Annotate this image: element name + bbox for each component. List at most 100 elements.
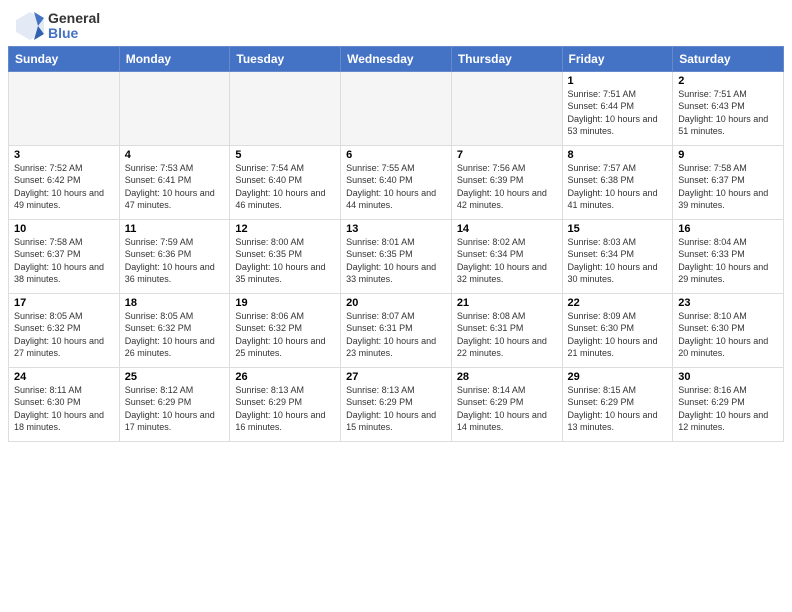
calendar-cell-w4-d3: 27Sunrise: 8:13 AM Sunset: 6:29 PM Dayli… xyxy=(341,368,452,442)
day-info-5: Sunrise: 7:54 AM Sunset: 6:40 PM Dayligh… xyxy=(235,162,335,212)
day-number-23: 23 xyxy=(678,297,778,309)
logo: General Blue xyxy=(14,10,100,42)
day-info-2: Sunrise: 7:51 AM Sunset: 6:43 PM Dayligh… xyxy=(678,88,778,138)
calendar-week-3: 17Sunrise: 8:05 AM Sunset: 6:32 PM Dayli… xyxy=(9,294,784,368)
calendar-week-2: 10Sunrise: 7:58 AM Sunset: 6:37 PM Dayli… xyxy=(9,220,784,294)
day-number-2: 2 xyxy=(678,75,778,87)
calendar-header-row: SundayMondayTuesdayWednesdayThursdayFrid… xyxy=(9,47,784,72)
day-info-24: Sunrise: 8:11 AM Sunset: 6:30 PM Dayligh… xyxy=(14,384,114,434)
day-number-17: 17 xyxy=(14,297,114,309)
calendar-cell-w4-d6: 30Sunrise: 8:16 AM Sunset: 6:29 PM Dayli… xyxy=(673,368,784,442)
calendar-cell-w1-d0: 3Sunrise: 7:52 AM Sunset: 6:42 PM Daylig… xyxy=(9,146,120,220)
day-number-16: 16 xyxy=(678,223,778,235)
calendar-cell-w1-d5: 8Sunrise: 7:57 AM Sunset: 6:38 PM Daylig… xyxy=(562,146,673,220)
calendar-cell-w2-d1: 11Sunrise: 7:59 AM Sunset: 6:36 PM Dayli… xyxy=(119,220,230,294)
header-monday: Monday xyxy=(119,47,230,72)
day-number-4: 4 xyxy=(125,149,225,161)
day-number-25: 25 xyxy=(125,371,225,383)
header-wednesday: Wednesday xyxy=(341,47,452,72)
calendar-cell-w4-d0: 24Sunrise: 8:11 AM Sunset: 6:30 PM Dayli… xyxy=(9,368,120,442)
day-info-21: Sunrise: 8:08 AM Sunset: 6:31 PM Dayligh… xyxy=(457,310,557,360)
calendar-cell-w3-d2: 19Sunrise: 8:06 AM Sunset: 6:32 PM Dayli… xyxy=(230,294,341,368)
calendar-cell-w1-d1: 4Sunrise: 7:53 AM Sunset: 6:41 PM Daylig… xyxy=(119,146,230,220)
day-info-29: Sunrise: 8:15 AM Sunset: 6:29 PM Dayligh… xyxy=(568,384,668,434)
calendar-cell-w0-d3 xyxy=(341,72,452,146)
day-info-25: Sunrise: 8:12 AM Sunset: 6:29 PM Dayligh… xyxy=(125,384,225,434)
calendar-cell-w0-d4 xyxy=(451,72,562,146)
day-number-22: 22 xyxy=(568,297,668,309)
day-number-1: 1 xyxy=(568,75,668,87)
day-info-6: Sunrise: 7:55 AM Sunset: 6:40 PM Dayligh… xyxy=(346,162,446,212)
day-number-8: 8 xyxy=(568,149,668,161)
day-info-1: Sunrise: 7:51 AM Sunset: 6:44 PM Dayligh… xyxy=(568,88,668,138)
day-number-14: 14 xyxy=(457,223,557,235)
day-info-18: Sunrise: 8:05 AM Sunset: 6:32 PM Dayligh… xyxy=(125,310,225,360)
calendar-cell-w4-d1: 25Sunrise: 8:12 AM Sunset: 6:29 PM Dayli… xyxy=(119,368,230,442)
calendar-cell-w0-d1 xyxy=(119,72,230,146)
day-info-9: Sunrise: 7:58 AM Sunset: 6:37 PM Dayligh… xyxy=(678,162,778,212)
day-number-11: 11 xyxy=(125,223,225,235)
calendar-week-0: 1Sunrise: 7:51 AM Sunset: 6:44 PM Daylig… xyxy=(9,72,784,146)
calendar-cell-w3-d0: 17Sunrise: 8:05 AM Sunset: 6:32 PM Dayli… xyxy=(9,294,120,368)
day-info-22: Sunrise: 8:09 AM Sunset: 6:30 PM Dayligh… xyxy=(568,310,668,360)
day-number-28: 28 xyxy=(457,371,557,383)
day-info-7: Sunrise: 7:56 AM Sunset: 6:39 PM Dayligh… xyxy=(457,162,557,212)
day-info-10: Sunrise: 7:58 AM Sunset: 6:37 PM Dayligh… xyxy=(14,236,114,286)
day-number-9: 9 xyxy=(678,149,778,161)
day-info-30: Sunrise: 8:16 AM Sunset: 6:29 PM Dayligh… xyxy=(678,384,778,434)
day-number-6: 6 xyxy=(346,149,446,161)
logo-flag-icon xyxy=(14,10,46,42)
calendar-cell-w0-d2 xyxy=(230,72,341,146)
header-saturday: Saturday xyxy=(673,47,784,72)
day-info-12: Sunrise: 8:00 AM Sunset: 6:35 PM Dayligh… xyxy=(235,236,335,286)
calendar-week-4: 24Sunrise: 8:11 AM Sunset: 6:30 PM Dayli… xyxy=(9,368,784,442)
header: General Blue xyxy=(0,0,792,46)
calendar-week-1: 3Sunrise: 7:52 AM Sunset: 6:42 PM Daylig… xyxy=(9,146,784,220)
calendar-cell-w1-d3: 6Sunrise: 7:55 AM Sunset: 6:40 PM Daylig… xyxy=(341,146,452,220)
day-info-17: Sunrise: 8:05 AM Sunset: 6:32 PM Dayligh… xyxy=(14,310,114,360)
day-info-23: Sunrise: 8:10 AM Sunset: 6:30 PM Dayligh… xyxy=(678,310,778,360)
calendar-cell-w0-d5: 1Sunrise: 7:51 AM Sunset: 6:44 PM Daylig… xyxy=(562,72,673,146)
calendar-cell-w1-d6: 9Sunrise: 7:58 AM Sunset: 6:37 PM Daylig… xyxy=(673,146,784,220)
day-info-26: Sunrise: 8:13 AM Sunset: 6:29 PM Dayligh… xyxy=(235,384,335,434)
day-info-11: Sunrise: 7:59 AM Sunset: 6:36 PM Dayligh… xyxy=(125,236,225,286)
calendar-cell-w0-d0 xyxy=(9,72,120,146)
day-info-20: Sunrise: 8:07 AM Sunset: 6:31 PM Dayligh… xyxy=(346,310,446,360)
calendar-cell-w2-d4: 14Sunrise: 8:02 AM Sunset: 6:34 PM Dayli… xyxy=(451,220,562,294)
calendar-cell-w3-d4: 21Sunrise: 8:08 AM Sunset: 6:31 PM Dayli… xyxy=(451,294,562,368)
day-number-13: 13 xyxy=(346,223,446,235)
calendar-cell-w1-d2: 5Sunrise: 7:54 AM Sunset: 6:40 PM Daylig… xyxy=(230,146,341,220)
day-number-15: 15 xyxy=(568,223,668,235)
calendar-cell-w2-d5: 15Sunrise: 8:03 AM Sunset: 6:34 PM Dayli… xyxy=(562,220,673,294)
day-number-30: 30 xyxy=(678,371,778,383)
calendar-wrapper: SundayMondayTuesdayWednesdayThursdayFrid… xyxy=(0,46,792,446)
day-info-15: Sunrise: 8:03 AM Sunset: 6:34 PM Dayligh… xyxy=(568,236,668,286)
calendar-cell-w0-d6: 2Sunrise: 7:51 AM Sunset: 6:43 PM Daylig… xyxy=(673,72,784,146)
header-tuesday: Tuesday xyxy=(230,47,341,72)
calendar-table: SundayMondayTuesdayWednesdayThursdayFrid… xyxy=(8,46,784,442)
calendar-cell-w3-d3: 20Sunrise: 8:07 AM Sunset: 6:31 PM Dayli… xyxy=(341,294,452,368)
logo-blue: Blue xyxy=(48,26,100,41)
day-number-21: 21 xyxy=(457,297,557,309)
day-info-14: Sunrise: 8:02 AM Sunset: 6:34 PM Dayligh… xyxy=(457,236,557,286)
day-number-3: 3 xyxy=(14,149,114,161)
header-thursday: Thursday xyxy=(451,47,562,72)
day-number-20: 20 xyxy=(346,297,446,309)
day-number-5: 5 xyxy=(235,149,335,161)
calendar-cell-w2-d3: 13Sunrise: 8:01 AM Sunset: 6:35 PM Dayli… xyxy=(341,220,452,294)
day-info-8: Sunrise: 7:57 AM Sunset: 6:38 PM Dayligh… xyxy=(568,162,668,212)
day-info-19: Sunrise: 8:06 AM Sunset: 6:32 PM Dayligh… xyxy=(235,310,335,360)
calendar-cell-w4-d4: 28Sunrise: 8:14 AM Sunset: 6:29 PM Dayli… xyxy=(451,368,562,442)
calendar-cell-w3-d1: 18Sunrise: 8:05 AM Sunset: 6:32 PM Dayli… xyxy=(119,294,230,368)
day-number-10: 10 xyxy=(14,223,114,235)
calendar-cell-w2-d6: 16Sunrise: 8:04 AM Sunset: 6:33 PM Dayli… xyxy=(673,220,784,294)
day-info-28: Sunrise: 8:14 AM Sunset: 6:29 PM Dayligh… xyxy=(457,384,557,434)
header-sunday: Sunday xyxy=(9,47,120,72)
day-info-13: Sunrise: 8:01 AM Sunset: 6:35 PM Dayligh… xyxy=(346,236,446,286)
day-number-12: 12 xyxy=(235,223,335,235)
calendar-cell-w1-d4: 7Sunrise: 7:56 AM Sunset: 6:39 PM Daylig… xyxy=(451,146,562,220)
logo-general: General xyxy=(48,11,100,26)
day-info-3: Sunrise: 7:52 AM Sunset: 6:42 PM Dayligh… xyxy=(14,162,114,212)
calendar-cell-w3-d6: 23Sunrise: 8:10 AM Sunset: 6:30 PM Dayli… xyxy=(673,294,784,368)
calendar-cell-w2-d2: 12Sunrise: 8:00 AM Sunset: 6:35 PM Dayli… xyxy=(230,220,341,294)
